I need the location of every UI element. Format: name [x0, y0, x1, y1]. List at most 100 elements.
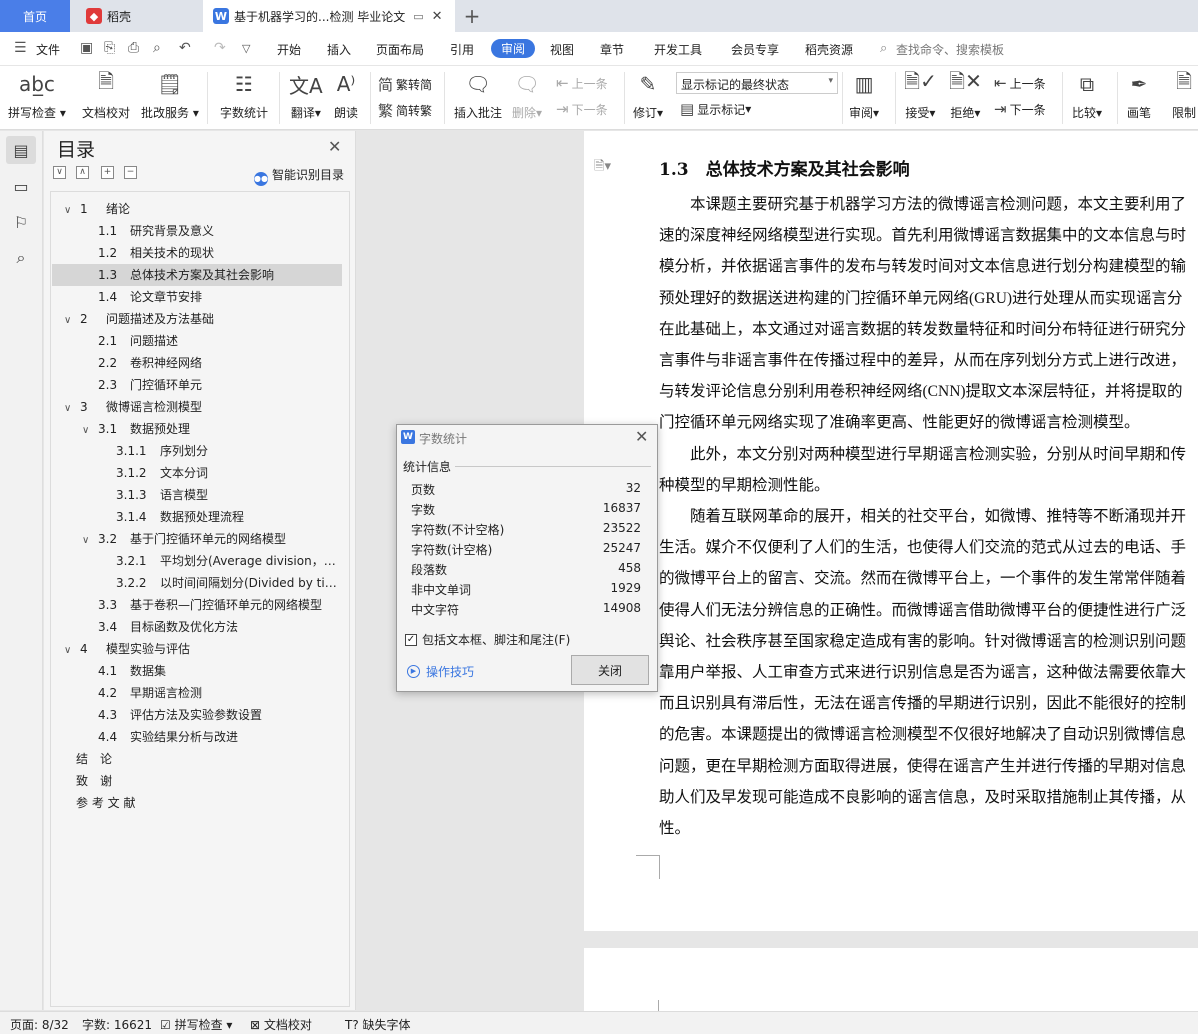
next-comment-button[interactable]: ⇥ 下一条	[556, 100, 608, 118]
toc-item[interactable]: 3.1.1 序列划分	[52, 440, 342, 462]
track-mode-select[interactable]: 显示标记的最终状态 ▾	[676, 72, 838, 94]
insert-comment-button[interactable]: 🗨 插入批注	[454, 66, 502, 121]
chevron-down-icon[interactable]: ∨	[82, 530, 94, 550]
chevron-down-icon[interactable]: ∨	[64, 200, 76, 220]
dialog-close-icon[interactable]: ✕	[635, 427, 648, 446]
close-button[interactable]: 关闭	[571, 655, 649, 685]
trad-to-simp-button[interactable]: 简繁转简	[378, 74, 432, 95]
preview-icon[interactable]: ⌕	[153, 40, 161, 56]
tab-screen-icon[interactable]: ▭	[413, 10, 423, 23]
tab-docer[interactable]: ◆ 稻壳	[72, 0, 200, 32]
status-doccheck[interactable]: ⊠ 文档校对	[250, 1016, 312, 1033]
tab-close-icon[interactable]: ✕	[432, 9, 443, 24]
toc-item[interactable]: 3.1.2 文本分词	[52, 462, 342, 484]
toc-item[interactable]: 3.2.1 平均划分(Average division，AD ...	[52, 550, 342, 572]
menu-chapter[interactable]: 章节	[600, 41, 624, 58]
pen-button[interactable]: ✒ 画笔	[1127, 66, 1151, 121]
chevron-down-icon[interactable]: ∨	[64, 310, 76, 330]
compare-button[interactable]: ⧉ 比较▾	[1072, 66, 1102, 121]
prev-change-button[interactable]: ⇤ 上一条	[994, 74, 1046, 92]
find-icon[interactable]: ⌕	[6, 244, 36, 272]
toc-item[interactable]: 参 考 文 献	[52, 792, 342, 814]
toc-item[interactable]: 2.2 卷积神经网络	[52, 352, 342, 374]
batch-service-button[interactable]: 🗒 批改服务 ▾	[141, 66, 199, 121]
status-spellcheck[interactable]: ☑ 拼写检查 ▾	[160, 1016, 232, 1033]
toc-item[interactable]: 2.3 门控循环单元	[52, 374, 342, 396]
toc-item[interactable]: ∨ 3.2 基于门控循环单元的网络模型	[52, 528, 342, 550]
bookmark-icon[interactable]: ⚐	[6, 208, 36, 236]
toc-item[interactable]: 2.1 问题描述	[52, 330, 342, 352]
menu-docer-resources[interactable]: 稻壳资源	[805, 41, 853, 58]
show-marks-button[interactable]: ▤ 显示标记 ▾	[680, 100, 751, 118]
missing-font-indicator[interactable]: T? 缺失字体	[345, 1016, 411, 1033]
restrict-button[interactable]: 🗎 限制	[1172, 66, 1196, 121]
page-indicator[interactable]: 页面: 8/32	[10, 1016, 69, 1033]
menu-review[interactable]: 审阅	[491, 39, 536, 58]
expand-all-icon[interactable]: ∨	[53, 166, 66, 179]
revise-button[interactable]: ✎ 修订▾	[633, 66, 663, 121]
command-search[interactable]: 查找命令、搜索模板	[896, 41, 1004, 58]
reject-button[interactable]: 🗎✕ 拒绝▾	[949, 66, 982, 121]
toc-item[interactable]: ∨ 1 绪论	[52, 198, 342, 220]
print-icon[interactable]: ⎙	[128, 40, 139, 56]
add-heading-icon[interactable]: +	[101, 166, 114, 179]
chapter-nav-icon[interactable]: ▭	[6, 172, 36, 200]
menu-file[interactable]: 文件	[36, 41, 60, 58]
toc-item[interactable]: 3.1.3 语言模型	[52, 484, 342, 506]
toc-item[interactable]: 1.3 总体技术方案及其社会影响	[52, 264, 342, 286]
toc-item[interactable]: 4.4 实验结果分析与改进	[52, 726, 342, 748]
customize-icon[interactable]: ▽	[242, 42, 250, 55]
toc-item[interactable]: ∨ 3 微博谣言检测模型	[52, 396, 342, 418]
new-tab-button[interactable]: +	[460, 0, 484, 32]
outline-panel-icon[interactable]: ▤	[6, 136, 36, 164]
export-icon[interactable]: ⎘	[104, 40, 115, 56]
toc-item[interactable]: 3.3 基于卷积—门控循环单元的网络模型	[52, 594, 342, 616]
document-page-next[interactable]	[584, 948, 1198, 1018]
next-change-button[interactable]: ⇥ 下一条	[994, 100, 1046, 118]
toc-item[interactable]: 1.1 研究背景及意义	[52, 220, 342, 242]
toc-item[interactable]: 结 论	[52, 748, 342, 770]
include-textbox-checkbox[interactable]: ✓ 包括文本框、脚注和尾注(F)	[405, 631, 570, 648]
toc-item[interactable]: 3.4 目标函数及优化方法	[52, 616, 342, 638]
toc-item[interactable]: ∨ 3.1 数据预处理	[52, 418, 342, 440]
toc-item[interactable]: ∨ 4 模型实验与评估	[52, 638, 342, 660]
redo-icon[interactable]: ↷	[214, 40, 226, 56]
tab-document[interactable]: W 基于机器学习的...检测 毕业论文 ▭ ✕	[203, 0, 455, 32]
close-icon[interactable]: ✕	[328, 137, 341, 156]
menu-layout[interactable]: 页面布局	[376, 41, 424, 58]
undo-icon[interactable]: ↶	[179, 40, 191, 56]
menu-view[interactable]: 视图	[550, 41, 574, 58]
toc-item[interactable]: 1.4 论文章节安排	[52, 286, 342, 308]
translate-button[interactable]: 文A 翻译▾	[289, 66, 323, 121]
chevron-down-icon[interactable]: ∨	[82, 420, 94, 440]
toc-item[interactable]: 1.2 相关技术的现状	[52, 242, 342, 264]
menu-insert[interactable]: 插入	[327, 41, 351, 58]
toc-item[interactable]: 致 谢	[52, 770, 342, 792]
tab-home[interactable]: 首页	[0, 0, 70, 32]
toc-item[interactable]: 4.2 早期谣言检测	[52, 682, 342, 704]
tips-link[interactable]: ▶ 操作技巧	[407, 663, 474, 680]
save-icon[interactable]: ▣	[80, 40, 93, 56]
collapse-all-icon[interactable]: ∧	[76, 166, 89, 179]
prev-comment-button[interactable]: ⇤ 上一条	[556, 74, 608, 92]
review-pane-button[interactable]: ▥ 审阅▾	[849, 66, 879, 121]
document-page[interactable]	[584, 131, 1198, 931]
menu-start[interactable]: 开始	[277, 41, 301, 58]
toc-item[interactable]: ∨ 2 问题描述及方法基础	[52, 308, 342, 330]
remove-heading-icon[interactable]: −	[124, 166, 137, 179]
chevron-down-icon[interactable]: ∨	[64, 398, 76, 418]
document-icon[interactable]: 🗎▾	[594, 157, 611, 179]
menu-reference[interactable]: 引用	[450, 41, 474, 58]
toc-item[interactable]: 4.1 数据集	[52, 660, 342, 682]
smart-toc-button[interactable]: ●● 智能识别目录	[254, 166, 344, 186]
toc-item[interactable]: 3.2.2 以时间间隔划分(Divided by tim...	[52, 572, 342, 594]
read-aloud-button[interactable]: A⁾ 朗读	[334, 66, 358, 121]
hamburger-icon[interactable]: ☰	[14, 40, 27, 56]
word-count-indicator[interactable]: 字数: 16621	[82, 1016, 152, 1033]
menu-member[interactable]: 会员专享	[731, 41, 779, 58]
toc-item[interactable]: 4.3 评估方法及实验参数设置	[52, 704, 342, 726]
simp-to-trad-button[interactable]: 繁简转繁	[378, 100, 432, 121]
toc-item[interactable]: 3.1.4 数据预处理流程	[52, 506, 342, 528]
menu-developer[interactable]: 开发工具	[654, 41, 702, 58]
wordcount-button[interactable]: ☷ 字数统计	[220, 66, 268, 121]
